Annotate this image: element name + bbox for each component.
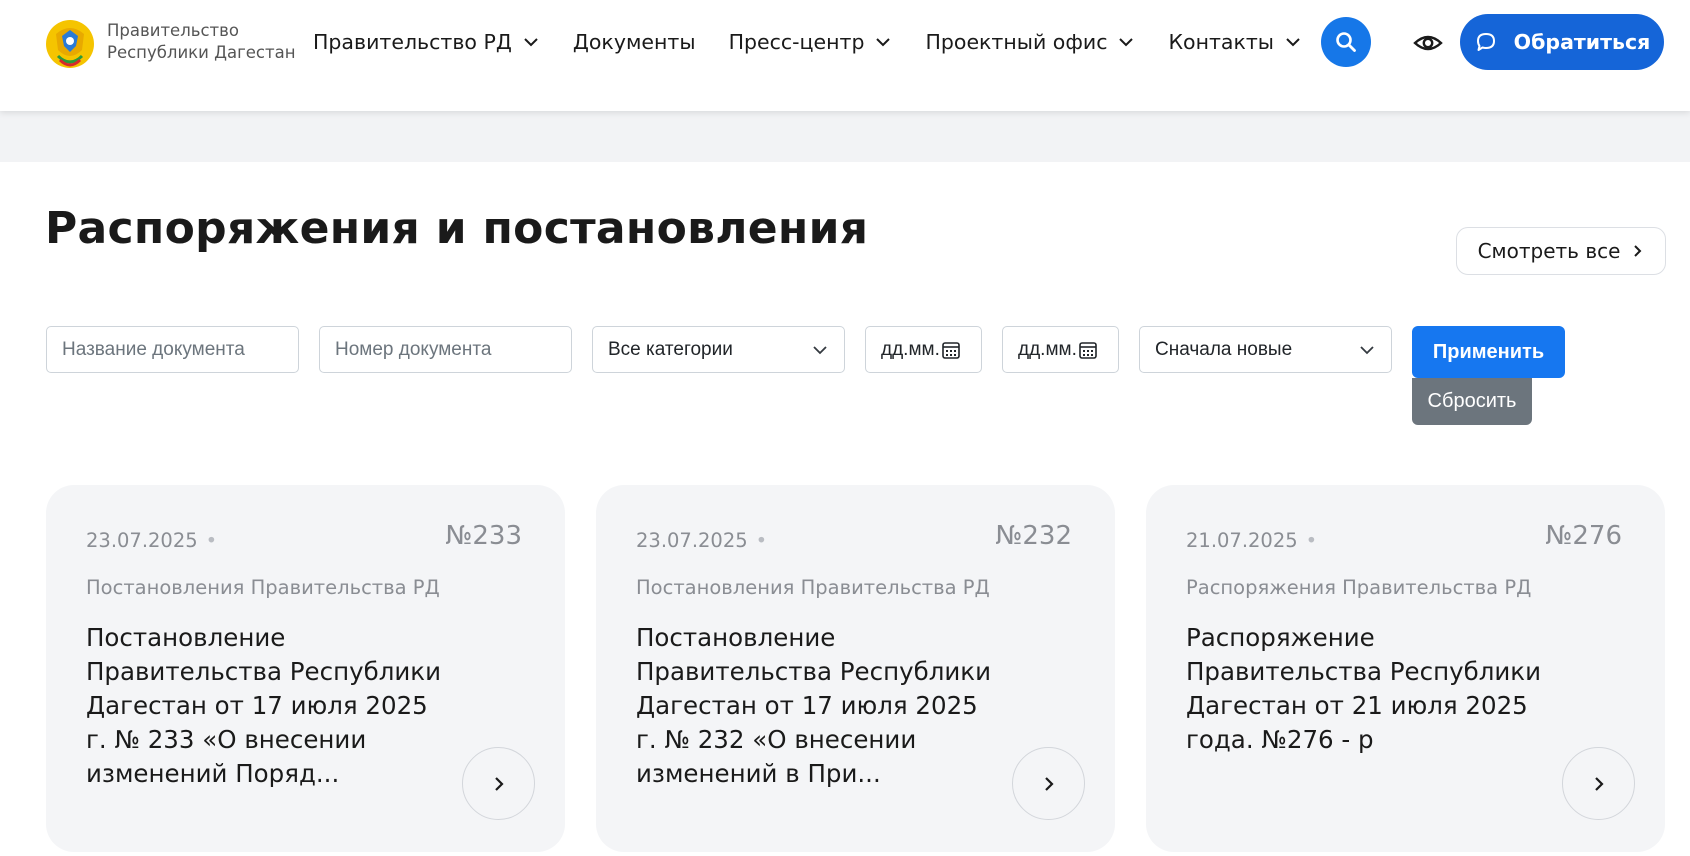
chevron-down-icon xyxy=(1286,38,1300,47)
chevron-down-icon xyxy=(524,38,538,47)
eye-icon xyxy=(1413,35,1443,51)
card-category: Постановления Правительства РД xyxy=(636,576,990,599)
document-name-input[interactable] xyxy=(62,338,298,361)
card-date-wrap: 23.07.2025 • xyxy=(636,529,767,552)
category-select-value: Все категории xyxy=(608,338,733,360)
date-from-value: дд.мм. xyxy=(881,338,940,360)
chevron-right-icon xyxy=(1044,776,1054,791)
nav-item-label: Проектный офис xyxy=(925,30,1108,54)
sort-select[interactable]: Сначала новые xyxy=(1139,326,1392,373)
separator-dot: • xyxy=(205,529,218,552)
appeal-button[interactable]: Обратиться xyxy=(1460,14,1664,70)
card-open-button[interactable] xyxy=(462,747,535,820)
reset-button[interactable]: Сбросить xyxy=(1412,378,1532,425)
document-number-field[interactable] xyxy=(319,326,572,373)
breadcrumb-band xyxy=(0,111,1690,162)
date-from-field[interactable]: дд.мм. xyxy=(865,326,982,373)
nav-item-project-office[interactable]: Проектный офис xyxy=(925,26,1135,58)
nav-item-label: Документы xyxy=(572,30,696,54)
logo-text[interactable]: Правительство Республики Дагестан xyxy=(107,20,296,64)
logo-line-2: Республики Дагестан xyxy=(107,43,296,62)
logo-line-1: Правительство xyxy=(107,21,239,40)
document-number-input[interactable] xyxy=(335,338,571,361)
view-all-label: Смотреть все xyxy=(1477,239,1621,263)
card-title[interactable]: Постановление Правительства Республики Д… xyxy=(636,621,996,791)
search-icon xyxy=(1336,32,1356,52)
chevron-right-icon xyxy=(1594,776,1604,791)
calendar-icon[interactable] xyxy=(1078,340,1098,360)
document-card[interactable]: 23.07.2025 • №233 Постановления Правитель… xyxy=(46,485,565,852)
nav-item-documents[interactable]: Документы xyxy=(573,26,696,58)
card-open-button[interactable] xyxy=(1562,747,1635,820)
card-number: №233 xyxy=(445,521,522,551)
nav-item-label: Правительство РД xyxy=(313,30,512,54)
chevron-right-icon xyxy=(494,776,504,791)
chevron-down-icon xyxy=(876,38,891,47)
accessibility-eye-button[interactable] xyxy=(1412,27,1444,59)
nav-item-label: Пресс-центр xyxy=(728,30,865,54)
card-date-wrap: 21.07.2025 • xyxy=(1186,529,1317,552)
card-title[interactable]: Постановление Правительства Республики Д… xyxy=(86,621,446,791)
chat-bubble-icon xyxy=(1476,33,1495,51)
card-category: Постановления Правительства РД xyxy=(86,576,440,599)
card-date-wrap: 23.07.2025 • xyxy=(86,529,217,552)
date-to-field[interactable]: дд.мм. xyxy=(1002,326,1119,373)
sort-select-value: Сначала новые xyxy=(1155,338,1293,360)
nav-item-contacts[interactable]: Контакты xyxy=(1168,26,1302,58)
view-all-button[interactable]: Смотреть все xyxy=(1456,227,1666,275)
appeal-button-label: Обратиться xyxy=(1513,30,1651,54)
card-number: №232 xyxy=(995,521,1072,551)
page-title: Распоряжения и постановления xyxy=(45,203,869,254)
nav-item-government[interactable]: Правительство РД xyxy=(313,26,540,58)
category-select[interactable]: Все категории xyxy=(592,326,845,373)
main-nav: Правительство РД Документы Пресс-центр П… xyxy=(313,26,1335,58)
calendar-icon[interactable] xyxy=(941,340,961,360)
apply-button[interactable]: Применить xyxy=(1412,326,1565,378)
card-category: Распоряжения Правительства РД xyxy=(1186,576,1532,599)
document-card[interactable]: 23.07.2025 • №232 Постановления Правитель… xyxy=(596,485,1115,852)
search-button[interactable] xyxy=(1321,17,1371,67)
card-open-button[interactable] xyxy=(1012,747,1085,820)
site-header: Правительство Республики Дагестан Правит… xyxy=(0,0,1690,111)
document-name-field[interactable] xyxy=(46,326,299,373)
card-date: 23.07.2025 xyxy=(636,529,748,552)
card-date: 23.07.2025 xyxy=(86,529,198,552)
card-number: №276 xyxy=(1545,521,1622,551)
separator-dot: • xyxy=(1305,529,1318,552)
card-date: 21.07.2025 xyxy=(1186,529,1298,552)
nav-item-label: Контакты xyxy=(1168,30,1274,54)
chevron-down-icon xyxy=(813,346,827,355)
chevron-down-icon xyxy=(1119,38,1134,47)
card-title[interactable]: Распоряжение Правительства Республики Да… xyxy=(1186,621,1546,757)
chevron-down-icon xyxy=(1360,346,1374,355)
chevron-right-icon xyxy=(1634,245,1642,257)
date-to-value: дд.мм. xyxy=(1018,338,1077,360)
nav-item-press-center[interactable]: Пресс-центр xyxy=(729,26,893,58)
dagestan-emblem-icon[interactable] xyxy=(44,16,96,72)
separator-dot: • xyxy=(755,529,768,552)
document-card[interactable]: 21.07.2025 • №276 Распоряжения Правительс… xyxy=(1146,485,1665,852)
